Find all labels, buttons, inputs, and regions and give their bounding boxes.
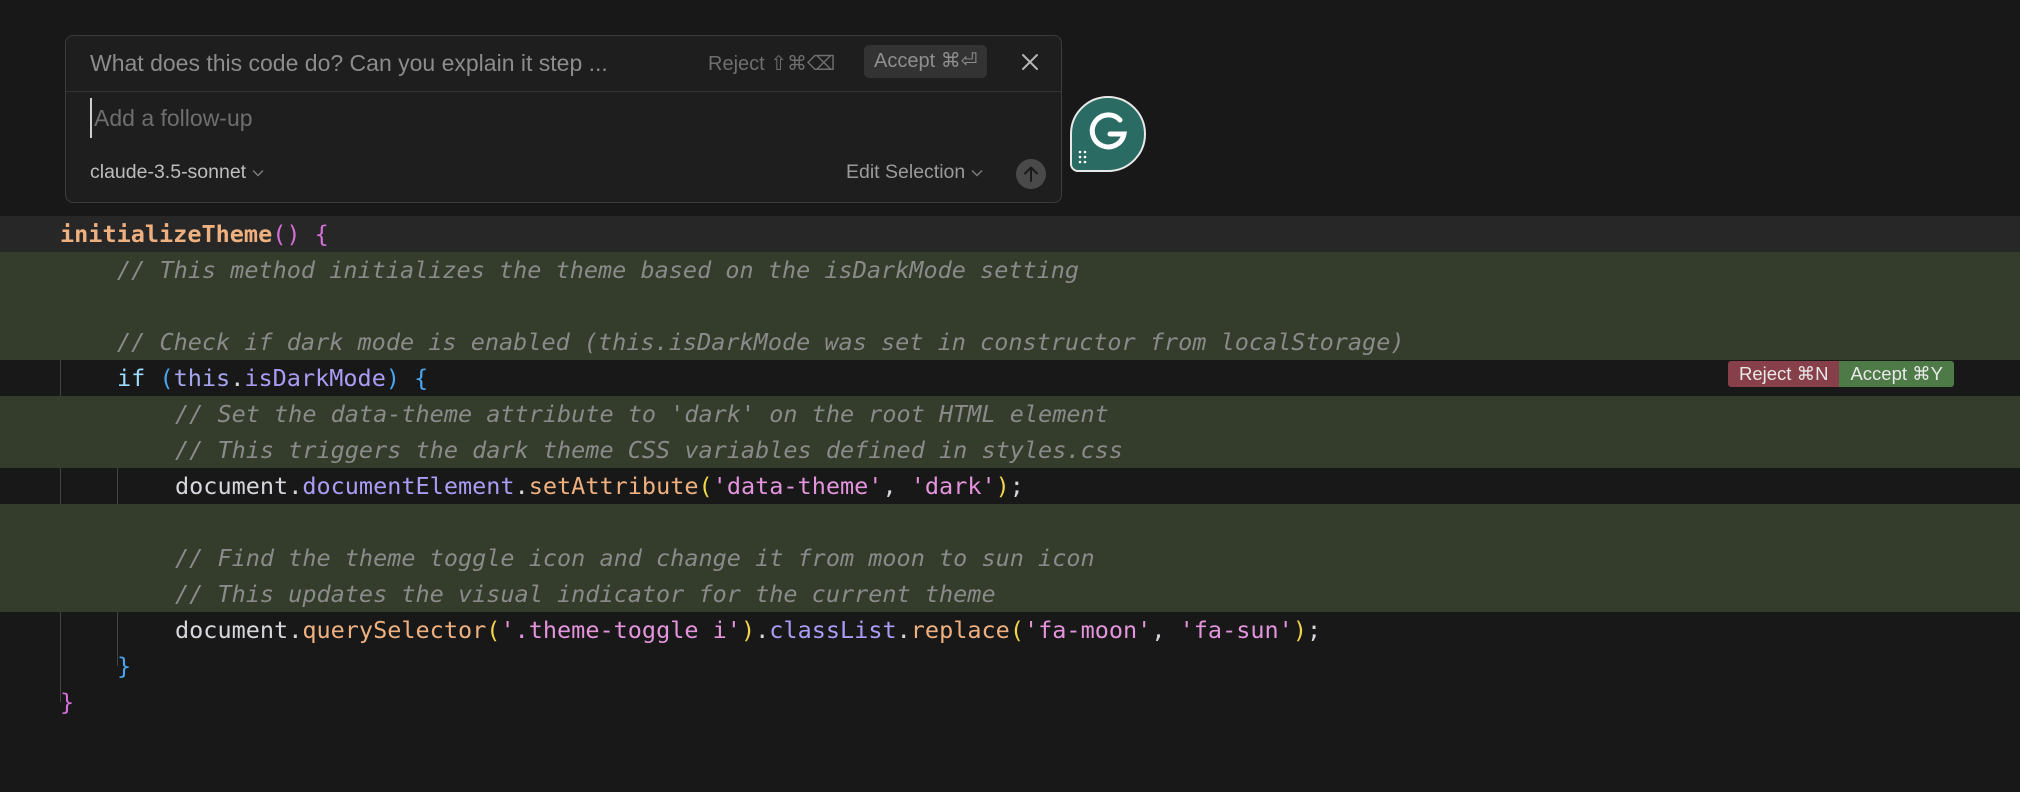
brace: { bbox=[300, 220, 329, 248]
added-code-line[interactable] bbox=[0, 288, 2020, 324]
dot: . bbox=[755, 616, 770, 644]
dot: . bbox=[288, 472, 303, 500]
brace: { bbox=[400, 364, 429, 392]
comment: // Find the theme toggle icon and change… bbox=[175, 544, 1095, 572]
method-call: setAttribute bbox=[528, 472, 699, 500]
string: 'dark' bbox=[910, 472, 996, 500]
comment: // This triggers the dark theme CSS vari… bbox=[175, 436, 1123, 464]
inline-chat-panel: What does this code do? Can you explain … bbox=[65, 35, 1062, 203]
identifier: document bbox=[175, 616, 289, 644]
code-line[interactable]: document.documentElement.setAttribute('d… bbox=[0, 468, 2020, 504]
mode-label: Edit Selection bbox=[846, 161, 966, 183]
comment: // Check if dark mode is enabled (this.i… bbox=[117, 328, 1405, 356]
comma: , bbox=[882, 472, 911, 500]
inline-chat-header: What does this code do? Can you explain … bbox=[66, 36, 1061, 92]
string: 'fa-sun' bbox=[1179, 616, 1293, 644]
followup-input[interactable] bbox=[90, 98, 1034, 138]
grammarly-icon[interactable] bbox=[1070, 96, 1146, 172]
chevron-down-icon bbox=[252, 169, 264, 177]
model-label: claude-3.5-sonnet bbox=[90, 161, 247, 183]
comment: // This method initializes the theme bas… bbox=[117, 256, 1080, 284]
parens: () bbox=[272, 220, 301, 248]
paren: ( bbox=[1009, 616, 1024, 644]
dot: . bbox=[230, 364, 245, 392]
paren: ) bbox=[995, 472, 1010, 500]
paren: ) bbox=[740, 616, 756, 644]
method-call: querySelector bbox=[302, 616, 487, 644]
this-keyword: this bbox=[173, 364, 231, 392]
added-code-line[interactable]: // This triggers the dark theme CSS vari… bbox=[0, 432, 2020, 468]
dot: . bbox=[514, 472, 529, 500]
accept-diff-button[interactable]: Accept ⌘Y bbox=[1839, 361, 1954, 387]
model-select[interactable]: claude-3.5-sonnet bbox=[90, 161, 264, 184]
string: 'fa-moon' bbox=[1023, 616, 1152, 644]
diff-actions: Reject ⌘N Accept ⌘Y bbox=[1728, 361, 1954, 387]
paren: ( bbox=[159, 364, 174, 392]
comma: , bbox=[1151, 616, 1180, 644]
prompt-text[interactable]: What does this code do? Can you explain … bbox=[90, 50, 670, 77]
reject-button[interactable]: Reject ⇧⌘⌫ bbox=[708, 51, 835, 76]
semicolon: ; bbox=[1306, 616, 1322, 644]
comment: // This updates the visual indicator for… bbox=[175, 580, 996, 608]
added-code-line[interactable]: // Check if dark mode is enabled (this.i… bbox=[0, 324, 2020, 360]
method-call: replace bbox=[910, 616, 1010, 644]
added-code-line[interactable]: // This method initializes the theme bas… bbox=[0, 252, 2020, 288]
arrow-up-icon bbox=[1024, 166, 1038, 182]
identifier: document bbox=[175, 472, 289, 500]
semicolon: ; bbox=[1009, 472, 1024, 500]
code-line[interactable]: initializeTheme() { bbox=[0, 216, 2020, 252]
reject-diff-button[interactable]: Reject ⌘N bbox=[1728, 361, 1840, 387]
added-code-line[interactable]: // Find the theme toggle icon and change… bbox=[0, 540, 2020, 576]
mode-select[interactable]: Edit Selection bbox=[846, 161, 983, 184]
string: 'data-theme' bbox=[712, 472, 883, 500]
code-line[interactable]: if (this.isDarkMode) { bbox=[0, 360, 2020, 396]
dot: . bbox=[288, 616, 303, 644]
comment: // Set the data-theme attribute to 'dark… bbox=[175, 400, 1109, 428]
keyword: if bbox=[117, 364, 160, 392]
method-name: initializeTheme bbox=[60, 220, 273, 248]
code-line[interactable]: } bbox=[0, 648, 2020, 684]
paren: ) bbox=[1292, 616, 1307, 644]
accept-button[interactable]: Accept ⌘⏎ bbox=[864, 45, 988, 78]
chevron-down-icon bbox=[971, 169, 983, 177]
property: classList bbox=[769, 616, 897, 644]
dot: . bbox=[896, 616, 911, 644]
grammarly-g-glyph bbox=[1089, 112, 1128, 150]
paren: ( bbox=[486, 616, 501, 644]
paren: ( bbox=[698, 472, 713, 500]
drag-handle-icon bbox=[1078, 150, 1087, 164]
closing-brace: } bbox=[117, 652, 132, 680]
property: isDarkMode bbox=[244, 364, 386, 392]
paren: ) bbox=[385, 364, 400, 392]
code-line[interactable]: document.querySelector('.theme-toggle i'… bbox=[0, 612, 2020, 648]
close-icon[interactable] bbox=[1016, 48, 1044, 76]
code-line[interactable]: } bbox=[0, 684, 2020, 720]
property: documentElement bbox=[302, 472, 515, 500]
added-code-line[interactable]: // This updates the visual indicator for… bbox=[0, 576, 2020, 612]
closing-brace: } bbox=[60, 688, 75, 716]
submit-button[interactable] bbox=[1016, 159, 1046, 189]
added-code-line[interactable] bbox=[0, 504, 2020, 540]
added-code-line[interactable]: // Set the data-theme attribute to 'dark… bbox=[0, 396, 2020, 432]
string: '.theme-toggle i' bbox=[500, 616, 741, 644]
